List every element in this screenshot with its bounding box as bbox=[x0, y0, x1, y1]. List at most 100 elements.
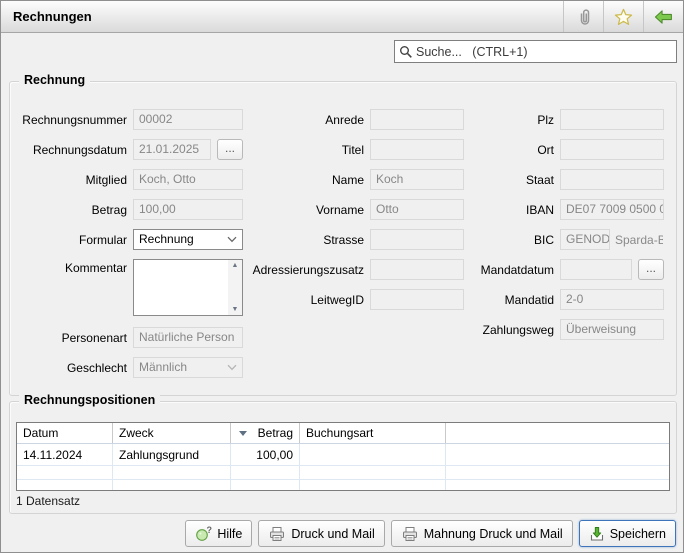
rechnungspositionen-groupbox-title: Rechnungspositionen bbox=[19, 393, 160, 407]
mitglied-control: Koch, Otto bbox=[133, 169, 243, 190]
table-row[interactable]: 14.11.2024Zahlungsgrund100,00 bbox=[17, 444, 669, 466]
mitglied-label: Mitglied bbox=[10, 173, 127, 187]
field-row-mandatdatum: Mandatdatum... bbox=[462, 259, 664, 280]
ort-label: Ort bbox=[462, 143, 554, 157]
strasse-label: Strasse bbox=[242, 233, 364, 247]
col-header-betrag[interactable]: Betrag bbox=[231, 423, 300, 443]
positions-table[interactable]: Datum Zweck Betrag Buchungsart 14.11.2024Zah… bbox=[16, 422, 670, 491]
table-cell bbox=[17, 480, 113, 490]
titel-field bbox=[370, 139, 464, 160]
printer-icon bbox=[401, 526, 419, 542]
field-row-ort: Ort bbox=[462, 139, 664, 160]
zahlungsweg-control: Überweisung bbox=[560, 319, 664, 340]
field-row-strasse: Strasse bbox=[242, 229, 464, 250]
search-box[interactable] bbox=[394, 40, 677, 63]
field-row-betrag: Betrag100,00 bbox=[10, 199, 243, 220]
field-row-bic: BICGENODESparda-Ba bbox=[462, 229, 664, 250]
kommentar-textarea[interactable]: ▲▼ bbox=[133, 259, 243, 316]
back-button[interactable] bbox=[643, 1, 683, 32]
vorname-label: Vorname bbox=[242, 203, 364, 217]
anrede-label: Anrede bbox=[242, 113, 364, 127]
rechnung-groupbox: Rechnung Rechnungsnummer00002 Rechnungsda… bbox=[9, 81, 677, 396]
personenart-field: Natürliche Person bbox=[133, 327, 243, 348]
page-title: Rechnungen bbox=[1, 1, 563, 32]
field-row-mandatid: Mandatid 2-0 bbox=[462, 289, 664, 310]
speichern-button[interactable]: Speichern bbox=[579, 520, 676, 547]
bic-control: GENODE Sparda-Ba bbox=[560, 229, 664, 250]
mandatid-label: Mandatid bbox=[462, 293, 554, 307]
mandatid-control: 2-0 bbox=[560, 289, 664, 310]
table-cell bbox=[231, 466, 300, 479]
table-cell bbox=[446, 480, 669, 490]
back-arrow-icon bbox=[654, 9, 673, 25]
field-row-vorname: Vorname Otto bbox=[242, 199, 464, 220]
staat-label: Staat bbox=[462, 173, 554, 187]
titlebar: Rechnungen bbox=[1, 1, 683, 33]
rechnungsdatum-picker-button[interactable]: ... bbox=[217, 139, 243, 160]
mahnung-druck-und-mail-button[interactable]: Mahnung Druck und Mail bbox=[391, 520, 573, 547]
hilfe-button[interactable]: ?Hilfe bbox=[185, 520, 252, 547]
field-row-personenart: PersonenartNatürliche Person bbox=[10, 327, 243, 348]
field-row-staat: Staat bbox=[462, 169, 664, 190]
iban-label: IBAN bbox=[462, 203, 554, 217]
formular-select[interactable]: Rechnung bbox=[133, 229, 243, 250]
search-input[interactable] bbox=[413, 45, 672, 59]
col-header-datum[interactable]: Datum bbox=[17, 423, 113, 443]
col-header-label: Buchungsart bbox=[306, 426, 373, 440]
anrede-field bbox=[370, 109, 464, 130]
geschlecht-control: Männlich bbox=[133, 357, 243, 378]
col-header-empty[interactable] bbox=[446, 423, 669, 443]
form-column-right: PlzOrtStaatIBANDE07 7009 0500 000BICGENO… bbox=[462, 109, 664, 349]
plz-control bbox=[560, 109, 664, 130]
col-header-buchungsart[interactable]: Buchungsart bbox=[300, 423, 446, 443]
bic-suffix-text: Sparda-Ba bbox=[615, 233, 663, 247]
scroll-up-icon[interactable]: ▲ bbox=[232, 262, 239, 269]
adressierungszusatz-field bbox=[370, 259, 464, 280]
druck-und-mail-button[interactable]: Druck und Mail bbox=[258, 520, 384, 547]
field-row-geschlecht: Geschlecht Männlich bbox=[10, 357, 243, 378]
table-row[interactable] bbox=[17, 480, 669, 491]
col-header-label: Datum bbox=[23, 426, 58, 440]
strasse-control bbox=[370, 229, 464, 250]
field-row-rechnungsnummer: Rechnungsnummer00002 bbox=[10, 109, 243, 130]
favorite-button[interactable] bbox=[603, 1, 643, 32]
bic-field: GENODE bbox=[560, 229, 610, 250]
staat-field bbox=[560, 169, 664, 190]
table-cell bbox=[17, 466, 113, 479]
attachment-button[interactable] bbox=[563, 1, 603, 32]
table-cell: Zahlungsgrund bbox=[113, 444, 231, 465]
plz-field bbox=[560, 109, 664, 130]
field-row-zahlungsweg: ZahlungswegÜberweisung bbox=[462, 319, 664, 340]
button-label: Mahnung Druck und Mail bbox=[424, 527, 563, 541]
field-row-mitglied: Mitglied Koch, Otto bbox=[10, 169, 243, 190]
table-cell bbox=[113, 480, 231, 490]
chevron-down-icon bbox=[227, 236, 237, 243]
rechnungsdatum-control: 21.01.2025... bbox=[133, 139, 243, 160]
field-row-leitwegid: LeitwegID bbox=[242, 289, 464, 310]
kommentar-scrollbar[interactable]: ▲▼ bbox=[228, 260, 242, 315]
rechnungsnummer-label: Rechnungsnummer bbox=[10, 113, 127, 127]
mandatdatum-label: Mandatdatum bbox=[462, 263, 554, 277]
col-header-label: Betrag bbox=[258, 426, 293, 440]
iban-field: DE07 7009 0500 000 bbox=[560, 199, 664, 220]
name-label: Name bbox=[242, 173, 364, 187]
button-label: Speichern bbox=[610, 527, 666, 541]
leitwegid-field bbox=[370, 289, 464, 310]
vorname-field: Otto bbox=[370, 199, 464, 220]
betrag-field: 100,00 bbox=[133, 199, 243, 220]
svg-text:?: ? bbox=[207, 526, 213, 535]
table-cell bbox=[300, 480, 446, 490]
mandatdatum-picker-button[interactable]: ... bbox=[638, 259, 664, 280]
field-row-anrede: Anrede bbox=[242, 109, 464, 130]
mandatid-field: 2-0 bbox=[560, 289, 664, 310]
col-header-label: Zweck bbox=[119, 426, 154, 440]
table-row[interactable] bbox=[17, 466, 669, 480]
table-header-row: Datum Zweck Betrag Buchungsart bbox=[17, 423, 669, 444]
col-header-zweck[interactable]: Zweck bbox=[113, 423, 231, 443]
field-row-iban: IBAN DE07 7009 0500 000 bbox=[462, 199, 664, 220]
field-row-rechnungsdatum: Rechnungsdatum21.01.2025... bbox=[10, 139, 243, 160]
staat-control bbox=[560, 169, 664, 190]
geschlecht-selected-value: Männlich bbox=[139, 358, 187, 377]
scroll-down-icon[interactable]: ▼ bbox=[232, 306, 239, 313]
geschlecht-label: Geschlecht bbox=[10, 361, 127, 375]
